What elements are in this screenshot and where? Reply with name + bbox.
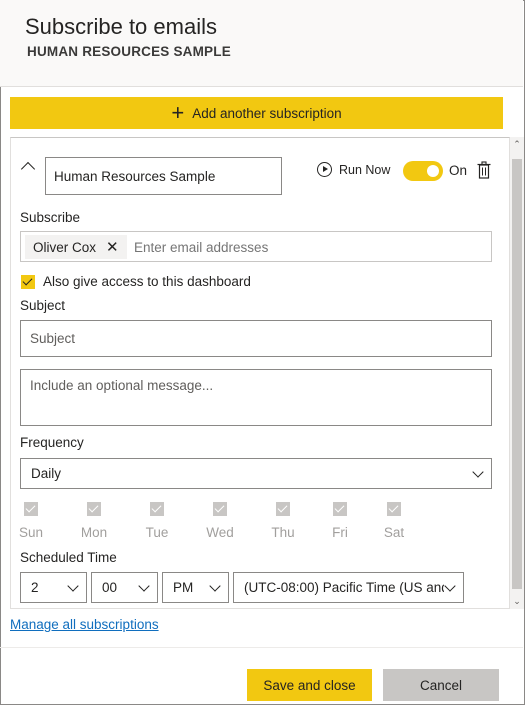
day-label: Sun — [18, 525, 44, 540]
scheduled-time-label: Scheduled Time — [20, 550, 117, 565]
day-label: Fri — [332, 525, 348, 540]
scroll-up-icon[interactable]: ⌃ — [510, 139, 524, 150]
vertical-scrollbar[interactable]: ⌃ ⌄ — [510, 137, 524, 609]
cancel-button[interactable]: Cancel — [383, 669, 499, 701]
chevron-down-icon — [138, 580, 150, 592]
subscription-toggle[interactable] — [403, 161, 443, 181]
day-checkbox-fri[interactable]: Fri — [320, 502, 360, 540]
checkbox-icon — [87, 502, 101, 516]
day-label: Wed — [206, 525, 234, 540]
give-access-label: Also give access to this dashboard — [43, 274, 251, 289]
day-label: Mon — [80, 525, 108, 540]
minute-select[interactable]: 00 — [91, 572, 158, 603]
give-access-checkbox[interactable] — [21, 275, 35, 289]
checkbox-icon — [333, 502, 347, 516]
checkbox-icon — [150, 502, 164, 516]
day-checkbox-sat[interactable]: Sat — [374, 502, 414, 540]
collapse-chevron-icon[interactable] — [20, 161, 36, 177]
chevron-down-icon — [472, 466, 484, 478]
ampm-value: PM — [173, 580, 194, 595]
subject-label: Subject — [20, 298, 66, 313]
checkbox-icon — [24, 502, 38, 516]
recipients-field[interactable]: Oliver Cox ✕ — [20, 231, 492, 262]
hour-value: 2 — [31, 580, 39, 595]
recipient-name: Oliver Cox — [33, 239, 97, 255]
ampm-select[interactable]: PM — [162, 572, 229, 603]
subject-input[interactable] — [20, 320, 492, 357]
day-checkbox-tue[interactable]: Tue — [137, 502, 177, 540]
footer-divider — [0, 647, 523, 648]
day-label: Tue — [145, 525, 169, 540]
play-icon — [317, 162, 332, 177]
run-now-label: Run Now — [339, 162, 391, 177]
message-textarea[interactable] — [20, 369, 492, 426]
timezone-value: (UTC-08:00) Pacific Time (US and C — [244, 580, 444, 595]
subscription-name-input[interactable] — [45, 157, 282, 195]
run-now-button[interactable]: Run Now — [317, 162, 390, 177]
frequency-select[interactable]: Daily — [20, 458, 492, 489]
trash-icon[interactable] — [477, 161, 491, 179]
day-checkbox-sun[interactable]: Sun — [11, 502, 51, 540]
subscribe-label: Subscribe — [20, 210, 81, 225]
recipient-chip: Oliver Cox ✕ — [25, 235, 127, 259]
dialog-header: Subscribe to emails HUMAN RESOURCES SAMP… — [0, 0, 523, 87]
day-checkbox-mon[interactable]: Mon — [74, 502, 114, 540]
plus-icon: + — [171, 100, 185, 125]
checkbox-icon — [387, 502, 401, 516]
dialog-subtitle: HUMAN RESOURCES SAMPLE — [27, 44, 231, 59]
day-label: Thu — [271, 525, 295, 540]
manage-subscriptions-link[interactable]: Manage all subscriptions — [10, 617, 159, 632]
frequency-label: Frequency — [20, 435, 84, 450]
add-subscription-button[interactable]: + Add another subscription — [10, 97, 503, 129]
remove-recipient-icon[interactable]: ✕ — [106, 238, 119, 256]
checkbox-icon — [276, 502, 290, 516]
chevron-down-icon — [209, 580, 221, 592]
scroll-thumb[interactable] — [512, 159, 522, 589]
toggle-label: On — [449, 163, 468, 178]
checkbox-icon — [213, 502, 227, 516]
dialog-title: Subscribe to emails — [25, 14, 217, 39]
day-checkbox-thu[interactable]: Thu — [263, 502, 303, 540]
add-subscription-label: Add another subscription — [192, 105, 342, 121]
day-checkbox-wed[interactable]: Wed — [200, 502, 240, 540]
minute-value: 00 — [102, 580, 118, 595]
day-label: Sat — [383, 525, 405, 540]
timezone-select[interactable]: (UTC-08:00) Pacific Time (US and C — [233, 572, 464, 603]
chevron-down-icon — [444, 580, 456, 592]
email-input[interactable] — [134, 237, 434, 257]
frequency-value: Daily — [31, 466, 62, 481]
save-and-close-button[interactable]: Save and close — [247, 669, 372, 701]
subscription-panel: Run Now On Subscribe Oliver Cox ✕ Also g… — [10, 137, 510, 609]
toggle-knob — [427, 165, 439, 177]
scroll-down-icon[interactable]: ⌄ — [510, 596, 524, 607]
chevron-down-icon — [67, 580, 79, 592]
hour-select[interactable]: 2 — [20, 572, 87, 603]
